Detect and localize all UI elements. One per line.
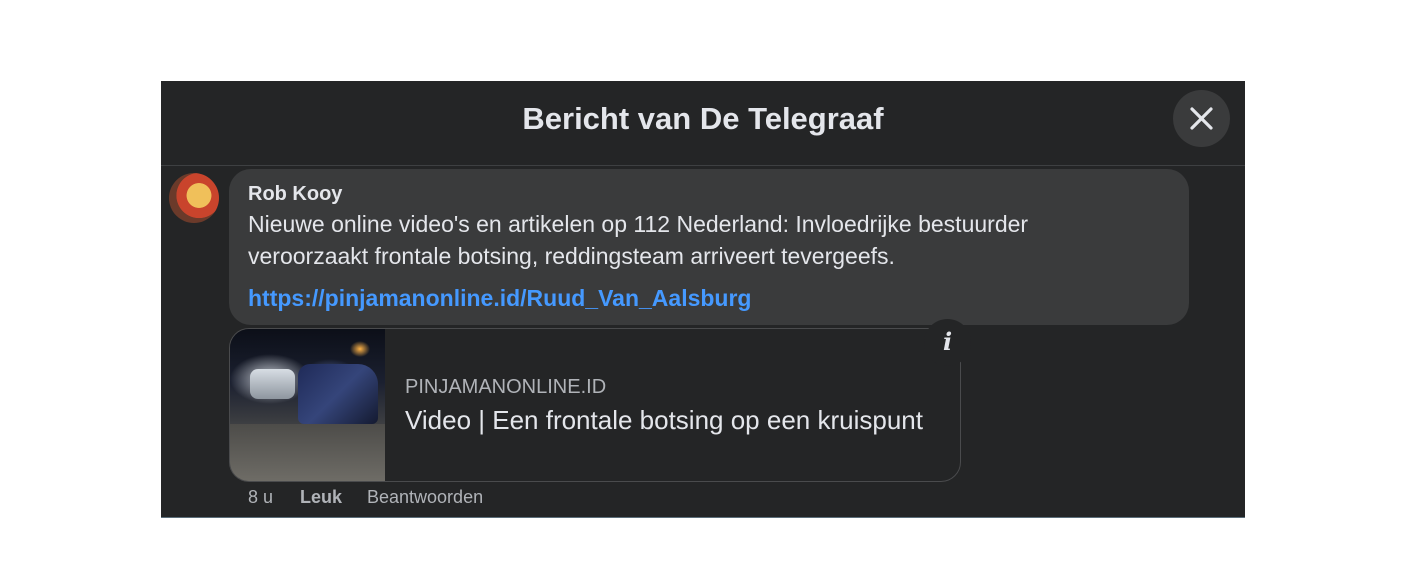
close-icon: [1190, 107, 1213, 130]
comment-author[interactable]: Rob Kooy: [248, 182, 342, 206]
dialog-title: Bericht van De Telegraaf: [522, 101, 884, 136]
link-preview-title: Video | Een frontale botsing op een krui…: [405, 405, 923, 435]
link-preview-thumbnail: [230, 329, 385, 481]
info-icon: i: [942, 327, 953, 356]
comment-text: Nieuwe online video's en artikelen op 11…: [248, 211, 1029, 269]
comment-link[interactable]: https://pinjamanonline.id/Ruud_Van_Aalsb…: [248, 283, 751, 313]
link-preview-card[interactable]: PINJAMANONLINE.ID Video | Een frontale b…: [229, 328, 961, 482]
info-button[interactable]: i: [924, 319, 971, 366]
comment-dialog: Bericht van De Telegraaf Rob Kooy Nieuwe…: [161, 81, 1245, 518]
avatar[interactable]: [169, 173, 219, 223]
dialog-header: Bericht van De Telegraaf: [161, 81, 1245, 166]
close-button[interactable]: [1173, 90, 1230, 147]
thumbnail-car: [250, 369, 295, 399]
link-preview-domain: PINJAMANONLINE.ID: [405, 376, 607, 398]
reply-button[interactable]: Beantwoorden: [367, 485, 483, 509]
thumbnail-road: [230, 424, 385, 481]
comment-bubble: Rob Kooy Nieuwe online video's en artike…: [229, 169, 1189, 325]
thumbnail-wreck: [298, 364, 378, 424]
comment-timestamp[interactable]: 8 u: [248, 485, 273, 509]
like-button[interactable]: Leuk: [300, 485, 342, 509]
